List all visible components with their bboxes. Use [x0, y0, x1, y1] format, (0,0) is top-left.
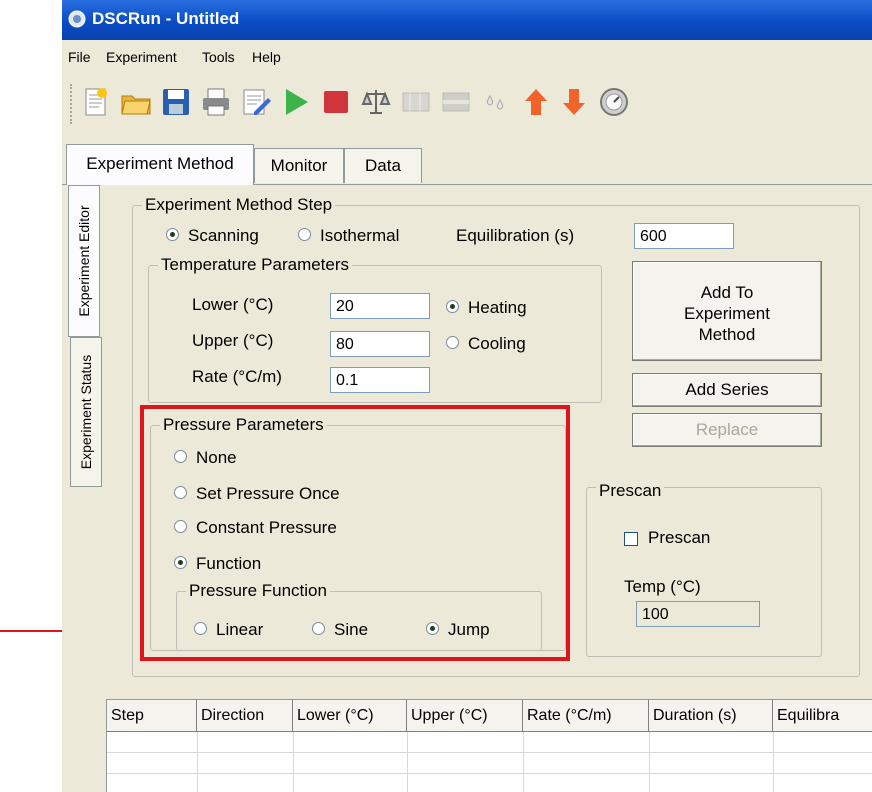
- app-window: DSCRun - Untitled File Experiment Tools …: [62, 0, 872, 792]
- table-gridline: [293, 732, 294, 792]
- tab-experiment-status[interactable]: Experiment Status: [70, 337, 102, 487]
- table-gridline: [773, 732, 774, 792]
- prescan-checkbox[interactable]: Prescan: [624, 527, 710, 549]
- radio-cooling[interactable]: Cooling: [446, 333, 526, 355]
- balance-icon[interactable]: [360, 86, 392, 118]
- col-direction[interactable]: Direction: [197, 700, 293, 732]
- table-gridline: [197, 732, 198, 792]
- col-duration[interactable]: Duration (s): [649, 700, 773, 732]
- radio-heating-dot: [446, 300, 459, 314]
- tab-experiment-status-label: Experiment Status: [78, 354, 94, 470]
- lower-label: Lower (°C): [192, 295, 274, 314]
- equilibration-label: Equilibration (s): [456, 226, 575, 245]
- col-rate[interactable]: Rate (°C/m): [523, 700, 649, 732]
- prescan-group: [586, 487, 822, 657]
- add-to-method-button[interactable]: Add To Experiment Method: [632, 261, 822, 361]
- radio-isothermal[interactable]: Isothermal: [298, 225, 399, 247]
- tab-monitor[interactable]: Monitor: [254, 148, 344, 183]
- add-to-method-line-1: Add To: [700, 283, 754, 302]
- window-title: DSCRun - Untitled: [92, 9, 240, 28]
- tab-data[interactable]: Data: [344, 148, 422, 183]
- table-gridline: [649, 732, 650, 792]
- menu-experiment[interactable]: Experiment: [106, 49, 177, 65]
- menu-tools[interactable]: Tools: [202, 49, 235, 65]
- prescan-checkbox-label: Prescan: [648, 528, 711, 547]
- prescan-temp-label: Temp (°C): [624, 577, 701, 596]
- menu-file[interactable]: File: [68, 49, 91, 65]
- down-arrow-icon[interactable]: [558, 86, 590, 118]
- save-icon[interactable]: [160, 86, 192, 118]
- add-to-method-line-3: Method: [698, 325, 756, 344]
- method-step-title: Experiment Method Step: [142, 195, 336, 215]
- print-icon[interactable]: [200, 86, 232, 118]
- col-upper[interactable]: Upper (°C): [407, 700, 523, 732]
- disabled-icon[interactable]: [440, 86, 472, 118]
- play-icon[interactable]: [280, 86, 312, 118]
- upper-label: Upper (°C): [192, 331, 274, 350]
- radio-isothermal-dot: [298, 228, 311, 242]
- open-folder-icon[interactable]: [120, 86, 152, 118]
- main-tabs: Experiment Method Monitor Data: [62, 140, 872, 185]
- toolbar: [62, 72, 872, 140]
- radio-heating-label: Heating: [468, 298, 527, 317]
- rate-label: Rate (°C/m): [192, 367, 282, 386]
- experiment-method-page: Experiment Editor Experiment Status Expe…: [62, 184, 872, 792]
- upper-input[interactable]: 80: [330, 331, 430, 357]
- col-step[interactable]: Step: [107, 700, 197, 732]
- rate-input[interactable]: 0.1: [330, 367, 430, 393]
- highlight-box: [140, 405, 570, 661]
- prescan-title: Prescan: [596, 481, 665, 501]
- app-icon: [68, 10, 86, 28]
- radio-isothermal-label: Isothermal: [320, 226, 400, 245]
- radio-cooling-label: Cooling: [468, 334, 526, 353]
- radio-cooling-dot: [446, 336, 459, 350]
- edit-icon[interactable]: [240, 86, 272, 118]
- tab-experiment-editor-label: Experiment Editor: [76, 205, 92, 317]
- menu-bar: File Experiment Tools Help: [62, 40, 872, 72]
- radio-heating[interactable]: Heating: [446, 297, 527, 319]
- radio-scanning-label: Scanning: [188, 226, 259, 245]
- prescan-checkbox-box: [624, 531, 638, 546]
- table-gridline: [407, 732, 408, 792]
- droplets-icon[interactable]: [480, 86, 512, 118]
- replace-button[interactable]: Replace: [632, 413, 822, 447]
- lower-input[interactable]: 20: [330, 293, 430, 319]
- gauge-icon[interactable]: [598, 86, 630, 118]
- equilibration-input[interactable]: 600: [634, 223, 734, 249]
- add-to-method-line-2: Experiment: [684, 304, 770, 323]
- menu-help[interactable]: Help: [252, 49, 281, 65]
- toolbar-grip: [70, 84, 75, 124]
- prescan-temp-input[interactable]: 100: [636, 601, 760, 627]
- table-row[interactable]: [107, 774, 872, 792]
- disabled-icon[interactable]: [400, 86, 432, 118]
- tab-experiment-method[interactable]: Experiment Method: [66, 144, 254, 185]
- new-file-icon[interactable]: [80, 86, 112, 118]
- col-equilibration[interactable]: Equilibra: [773, 700, 872, 732]
- up-arrow-icon[interactable]: [520, 86, 552, 118]
- title-bar[interactable]: DSCRun - Untitled: [62, 0, 872, 40]
- table-row[interactable]: [107, 732, 872, 753]
- col-lower[interactable]: Lower (°C): [293, 700, 407, 732]
- method-steps-table: Step Direction Lower (°C) Upper (°C) Rat…: [106, 699, 872, 792]
- radio-scanning[interactable]: Scanning: [166, 225, 259, 247]
- tab-experiment-editor[interactable]: Experiment Editor: [68, 185, 100, 337]
- temperature-title: Temperature Parameters: [158, 255, 353, 275]
- table-row[interactable]: [107, 753, 872, 774]
- add-series-button[interactable]: Add Series: [632, 373, 822, 407]
- table-gridline: [523, 732, 524, 792]
- radio-scanning-dot: [166, 228, 179, 242]
- stop-icon[interactable]: [320, 86, 352, 118]
